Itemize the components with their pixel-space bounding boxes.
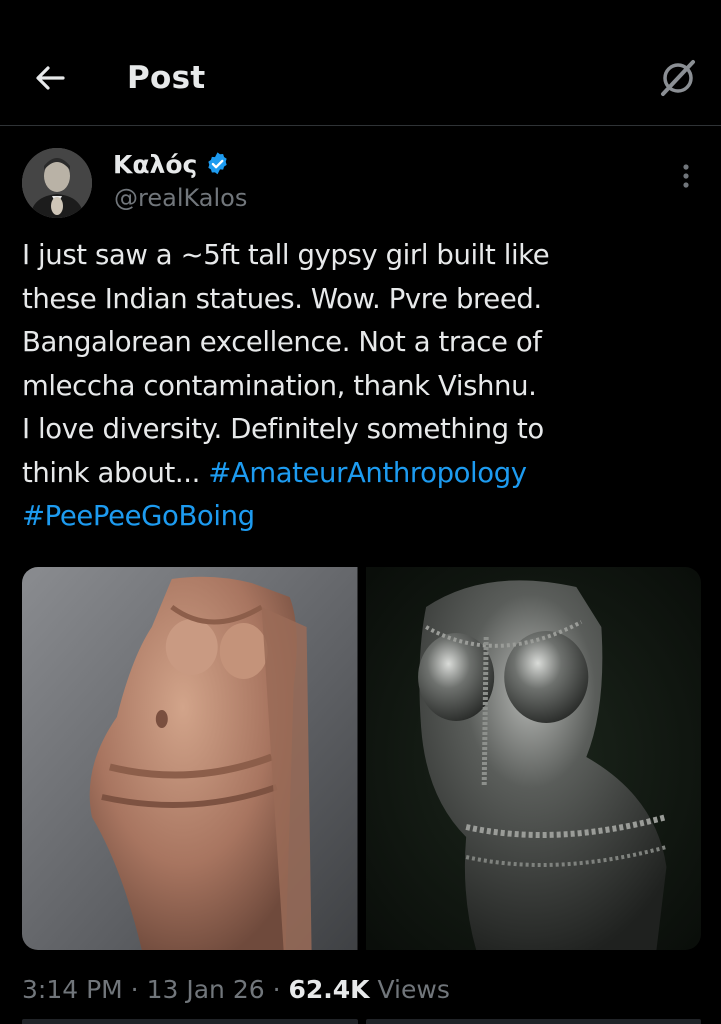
tweet-text: I just saw a ~5ft tall gypsy girl built … [22,234,702,539]
page-title: Post [127,60,206,96]
author-name-row[interactable]: Καλός [113,147,230,181]
hashtag-link[interactable]: #AmateurAnthropology [208,457,527,489]
bronze-statue-image [365,567,701,950]
tweet-line: I love diversity. Definitely something t… [22,413,544,445]
tweet-date: 13 Jan 26 [146,975,265,1004]
views-count[interactable]: 62.4K [288,975,369,1004]
tweet-line-with-hashtag: think about... #AmateurAnthropology [22,452,702,496]
tweet-line: mleccha contamination, thank Vishnu. [22,369,537,402]
profile-photo [22,148,92,218]
more-vertical-icon [683,164,689,188]
avatar[interactable] [22,148,92,218]
tweet-line-with-hashtag: #PeePeeGoBoing [22,495,702,539]
peek-block [365,1019,701,1024]
more-options-button[interactable] [670,158,702,194]
back-button[interactable] [30,58,70,98]
sandstone-statue-image [22,567,358,950]
media-grid [22,567,701,950]
top-bar: Post [0,0,721,126]
tweet-line: these Indian statues. Wow. Pvre breed. [22,282,542,315]
views-label: Views [369,975,450,1004]
verified-badge-icon [208,151,228,174]
media-photo-2[interactable] [365,567,701,950]
peek-block [22,1019,358,1024]
tweet-line: I just saw a ~5ft tall gypsy girl built … [22,239,550,271]
tweet-line-text: think about... [22,456,209,489]
media-photo-1[interactable] [22,567,358,950]
grok-slash-icon [661,60,695,96]
hashtag-link[interactable]: #PeePeeGoBoing [22,500,255,532]
tweet-line: Bangalorean excellence. Not a trace of [22,326,542,358]
tweet-time: 3:14 PM [22,975,123,1004]
tweet-meta: 3:14 PM · 13 Jan 26 · 62.4K Views [22,975,450,1004]
meta-separator: · [264,975,289,1004]
display-name: Καλός [113,149,198,179]
meta-separator: · [122,975,147,1004]
arrow-left-icon [36,66,65,90]
author-handle[interactable]: @realKalos [114,184,247,212]
grok-button[interactable] [654,56,702,100]
next-content-peek [22,1019,701,1024]
